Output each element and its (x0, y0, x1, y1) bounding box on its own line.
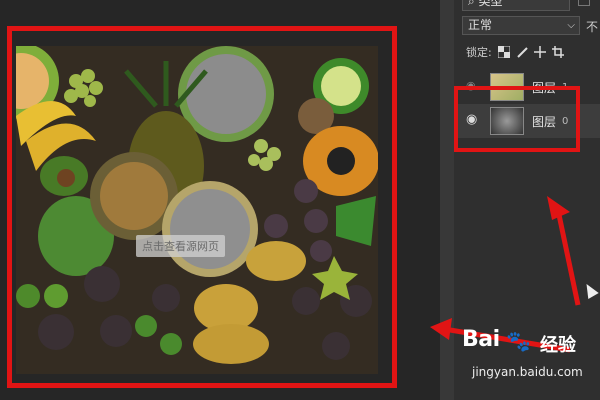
paw-icon: 🐾 (506, 329, 531, 353)
baidu-url: jingyan.baidu.com (472, 365, 583, 379)
chevron-down-icon: ⌵ (567, 20, 575, 31)
blend-mode-label: 正常 (468, 18, 493, 32)
canvas-area[interactable]: 点击查看源网页 (0, 0, 440, 400)
lock-checker-icon[interactable] (497, 45, 511, 59)
crop-icon[interactable] (551, 46, 564, 58)
opacity-label: 不 (586, 20, 599, 34)
search-icon: ⌕ (468, 0, 479, 8)
layer-filter-select[interactable]: ⌕ 类型 (462, 0, 570, 11)
baidu-logo: Bai (462, 327, 500, 352)
filter-toggle-icon[interactable] (578, 0, 590, 6)
baidu-watermark: Bai 🐾 经验 jingyan.baidu.com (462, 325, 592, 393)
baidu-jingyan-label: 经验 (540, 335, 576, 356)
move-icon[interactable] (533, 46, 546, 58)
brush-icon[interactable] (516, 46, 528, 58)
annotation-layer-frame (454, 86, 580, 152)
panel-scrollbar[interactable] (440, 0, 454, 400)
lock-label: 锁定: (466, 46, 492, 59)
annotation-image-frame (7, 26, 397, 388)
lock-row: 锁定: (466, 44, 564, 60)
layer-filter-label: 类型 (478, 0, 503, 8)
blend-mode-select[interactable]: 正常 ⌵ (462, 16, 580, 35)
